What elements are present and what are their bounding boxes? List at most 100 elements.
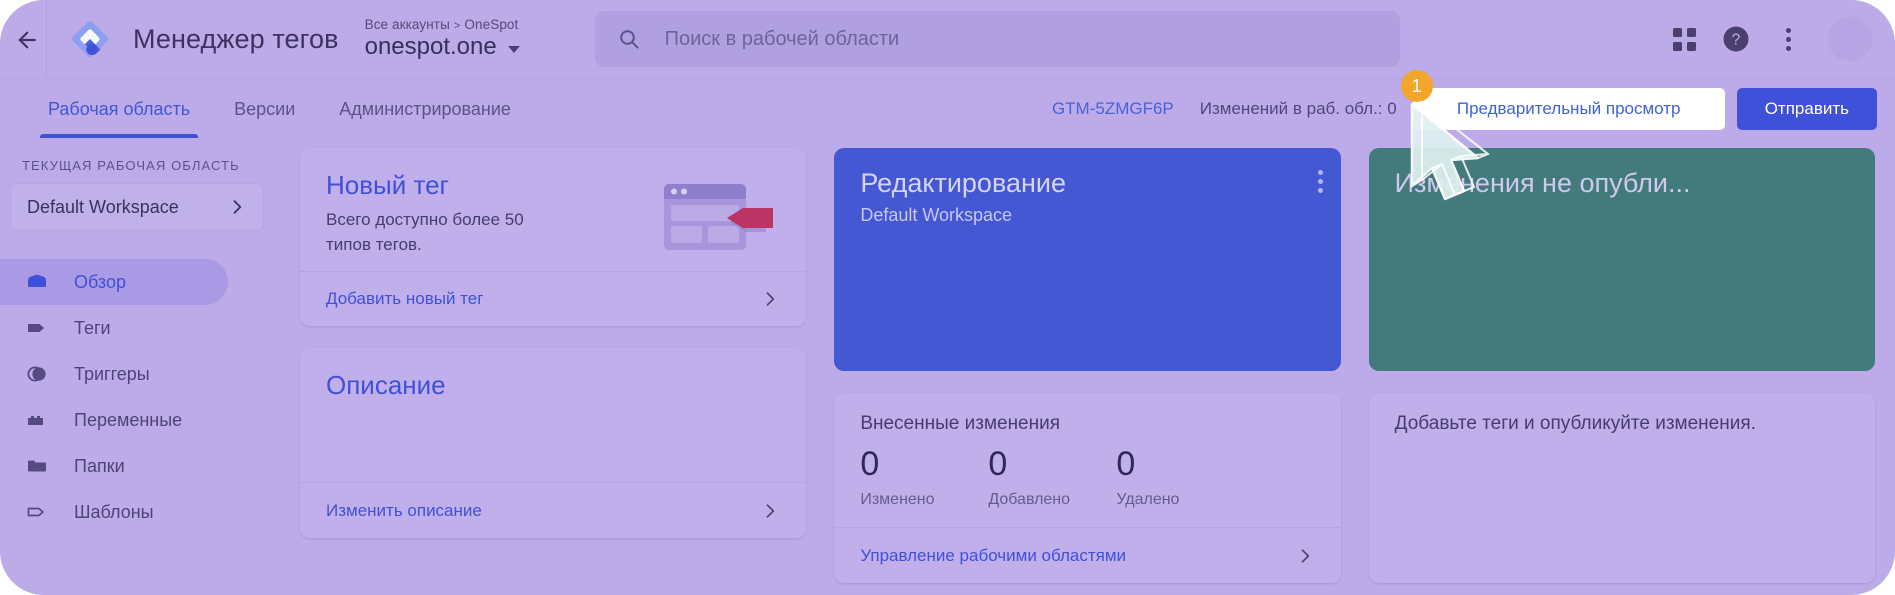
sidebar-item-triggers[interactable]: Триггеры (0, 351, 228, 397)
hint-text: Добавьте теги и опубликуйте изменения. (1395, 413, 1849, 435)
new-tag-subtitle: Всего доступно более 50 типов тегов. (326, 208, 556, 257)
status-badge: 1 (1401, 70, 1433, 102)
content-column-2: Редактирование Default Workspace Внесенн… (834, 148, 1340, 595)
account-avatar[interactable] (1827, 16, 1873, 62)
sidebar-item-tags-label: Теги (74, 318, 111, 339)
chevron-right-icon (760, 501, 780, 521)
chevron-right-icon (227, 197, 247, 217)
search-icon (617, 27, 641, 51)
main-content: Новый тег Всего доступно более 50 типов … (280, 138, 1895, 595)
templates-icon (22, 497, 52, 527)
stat-deleted-label: Удалено (1116, 491, 1244, 509)
preview-button-wrap: 1 Предварительный просмотр (1413, 88, 1725, 130)
top-bar-actions: ? (1661, 16, 1895, 62)
nav-tabs: Рабочая область Версии Администрирование (0, 79, 533, 139)
sidebar-item-templates[interactable]: Шаблоны (0, 489, 228, 535)
manage-workspaces-link[interactable]: Управление рабочими областями (834, 527, 1340, 583)
tab-versions-label: Версии (234, 99, 295, 120)
breadcrumb-current: OneSpot (464, 17, 518, 32)
back-button[interactable] (8, 21, 46, 59)
sidebar-item-variables-label: Переменные (74, 410, 182, 431)
preview-button[interactable]: Предварительный просмотр (1413, 88, 1725, 130)
sidebar-item-tags[interactable]: Теги (0, 305, 228, 351)
edit-description-label: Изменить описание (326, 501, 482, 521)
google-tag-manager-logo (69, 18, 111, 60)
sidebar-item-folders-label: Папки (74, 456, 125, 477)
container-id[interactable]: GTM-5ZMGF6P (1052, 99, 1174, 119)
account-name: onespot.one (365, 33, 497, 61)
description-card-body: Описание (300, 348, 806, 482)
arrow-left-icon (14, 27, 40, 53)
chevron-right-icon (760, 289, 780, 309)
stat-deleted: 0 Удалено (1116, 447, 1244, 509)
editing-subtitle: Default Workspace (860, 205, 1314, 226)
chevron-down-icon (508, 46, 520, 53)
browser-tag-illustration (660, 174, 780, 271)
sidebar-item-overview[interactable]: Обзор (0, 259, 228, 305)
tab-workspace-label: Рабочая область (48, 99, 190, 120)
folder-icon (22, 451, 52, 481)
workspace-selector[interactable]: Default Workspace (10, 183, 264, 231)
overview-icon (22, 267, 52, 297)
nav-actions: GTM-5ZMGF6P Изменений в раб. обл.: 0 1 П… (1052, 79, 1895, 139)
manage-workspaces-label: Управление рабочими областями (860, 546, 1126, 566)
sidebar-heading: ТЕКУЩАЯ РАБОЧАЯ ОБЛАСТЬ (0, 152, 280, 183)
app-window: Менеджер тегов Все аккаунты >OneSpot ones… (0, 0, 1895, 595)
changes-card-body: Внесенные изменения 0 Изменено 0 Добавле… (834, 393, 1340, 527)
breadcrumb-separator: > (454, 20, 461, 32)
content-column-1: Новый тег Всего доступно более 50 типов … (300, 148, 806, 595)
nav-bar: Рабочая область Версии Администрирование… (0, 78, 1895, 138)
breadcrumb-root: Все аккаунты (365, 17, 450, 32)
add-new-tag-label: Добавить новый тег (326, 289, 483, 309)
more-vert-icon[interactable] (1318, 170, 1323, 193)
brand-block: Менеджер тегов (47, 0, 339, 78)
tab-admin-label: Администрирование (339, 99, 511, 120)
tab-workspace[interactable]: Рабочая область (26, 79, 212, 139)
tab-versions[interactable]: Версии (212, 79, 317, 139)
unpublished-title: Изменения не опубли... (1395, 168, 1849, 199)
hint-card: Добавьте теги и опубликуйте изменения. (1369, 393, 1875, 583)
account-row[interactable]: onespot.one (365, 33, 571, 61)
changes-card: Внесенные изменения 0 Изменено 0 Добавле… (834, 393, 1340, 583)
new-tag-card-body: Новый тег Всего доступно более 50 типов … (300, 148, 806, 271)
account-switcher[interactable]: Все аккаунты >OneSpot onespot.one (339, 0, 571, 78)
app-title: Менеджер тегов (133, 24, 339, 55)
search-input[interactable]: Поиск в рабочей области (665, 28, 900, 51)
edit-description-link[interactable]: Изменить описание (300, 482, 806, 538)
svg-text:?: ? (1732, 32, 1741, 49)
top-bar: Менеджер тегов Все аккаунты >OneSpot ones… (0, 0, 1895, 78)
sidebar-item-templates-label: Шаблоны (74, 502, 154, 523)
stat-modified: 0 Изменено (860, 447, 988, 509)
variables-icon (22, 405, 52, 435)
workspace-changes-count: Изменений в раб. обл.: 0 (1200, 99, 1397, 119)
new-tag-text: Новый тег Всего доступно более 50 типов … (326, 170, 556, 271)
sidebar-item-triggers-label: Триггеры (74, 364, 150, 385)
new-tag-title: Новый тег (326, 170, 556, 201)
help-icon[interactable]: ? (1713, 16, 1759, 62)
tag-icon (22, 313, 52, 343)
add-new-tag-link[interactable]: Добавить новый тег (300, 271, 806, 326)
sidebar: ТЕКУЩАЯ РАБОЧАЯ ОБЛАСТЬ Default Workspac… (0, 138, 280, 595)
submit-button[interactable]: Отправить (1737, 88, 1877, 130)
stat-modified-value: 0 (860, 447, 988, 483)
content-column-3: Изменения не опубли... Добавьте теги и о… (1369, 148, 1875, 595)
breadcrumb: Все аккаунты >OneSpot (365, 17, 571, 32)
chevron-right-icon (1295, 546, 1315, 566)
stat-modified-label: Изменено (860, 491, 988, 509)
editing-card: Редактирование Default Workspace (834, 148, 1340, 371)
new-tag-card: Новый тег Всего доступно более 50 типов … (300, 148, 806, 326)
changes-title: Внесенные изменения (860, 413, 1314, 435)
unpublished-changes-card: Изменения не опубли... (1369, 148, 1875, 371)
apps-grid-icon[interactable] (1661, 16, 1707, 62)
stat-added: 0 Добавлено (988, 447, 1116, 509)
search-box[interactable]: Поиск в рабочей области (595, 11, 1400, 67)
sidebar-item-folders[interactable]: Папки (0, 443, 228, 489)
workspace-name: Default Workspace (27, 197, 179, 218)
sidebar-item-variables[interactable]: Переменные (0, 397, 228, 443)
stat-added-label: Добавлено (988, 491, 1116, 509)
more-vert-icon[interactable] (1765, 16, 1811, 62)
description-title: Описание (326, 370, 780, 401)
tab-admin[interactable]: Администрирование (317, 79, 533, 139)
sidebar-item-overview-label: Обзор (74, 272, 126, 293)
editing-title: Редактирование (860, 168, 1314, 199)
